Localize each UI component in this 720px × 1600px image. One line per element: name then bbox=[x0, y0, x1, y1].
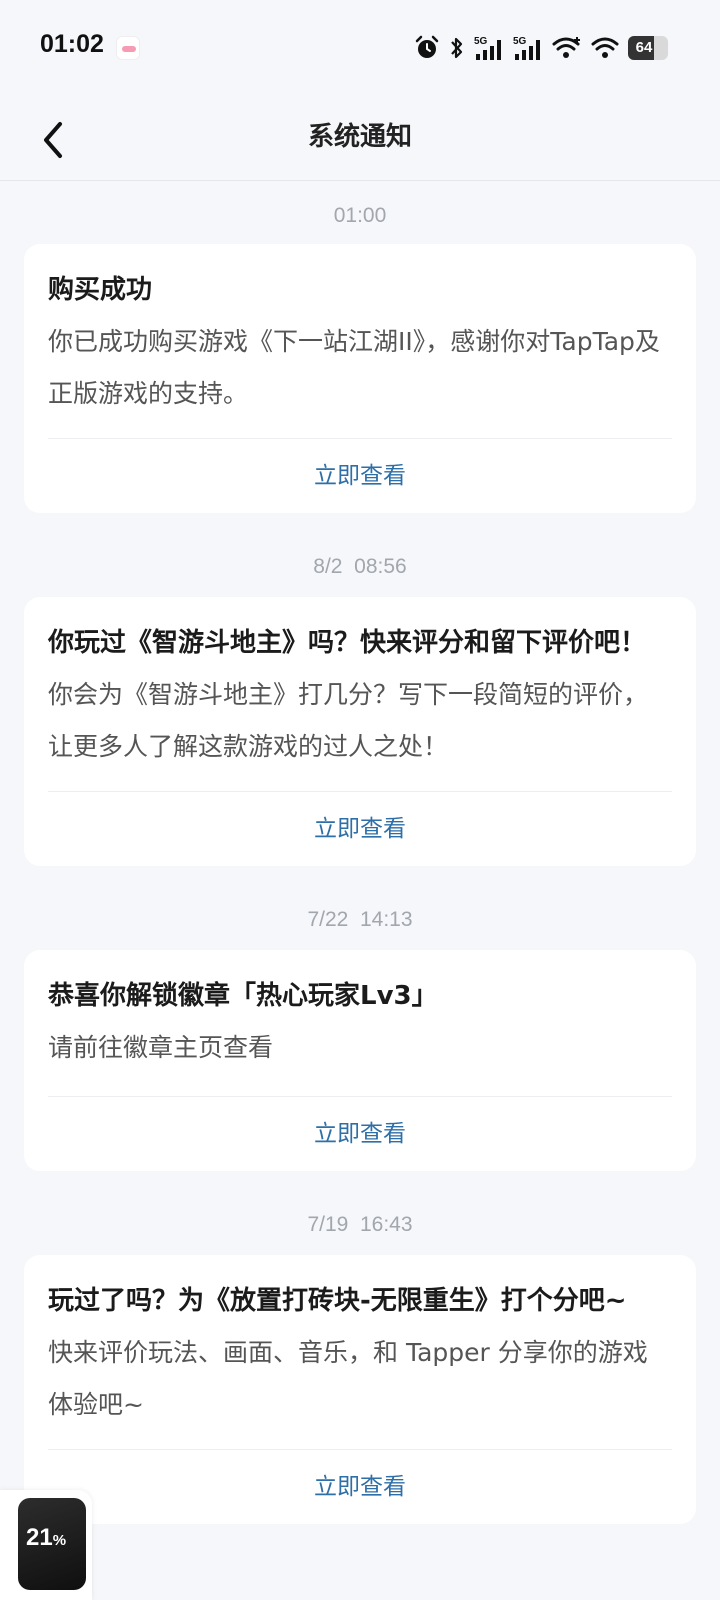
floating-widget-value: 21% bbox=[26, 1524, 67, 1551]
notification-card[interactable]: 玩过了吗？为《放置打砖块-无限重生》打个分吧~ 快来评价玩法、画面、音乐，和 T… bbox=[24, 1255, 696, 1524]
notification-timestamp: 7/22 14:13 bbox=[307, 908, 413, 931]
svg-text:5G: 5G bbox=[513, 36, 527, 47]
status-icons: 5G 5G 64 bbox=[414, 34, 668, 62]
notification-group: 8/2 08:56 你玩过《智游斗地主》吗？快来评分和留下评价吧！ 你会为《智游… bbox=[0, 555, 720, 866]
notification-group: 7/19 16:43 玩过了吗？为《放置打砖块-无限重生》打个分吧~ 快来评价玩… bbox=[0, 1213, 720, 1524]
wifi-plus-icon bbox=[552, 37, 580, 58]
notification-body: 你已成功购买游戏《下一站江湖II》，感谢你对TapTap及正版游戏的支持。 bbox=[48, 327, 660, 408]
svg-text:5G: 5G bbox=[474, 36, 488, 47]
view-now-link[interactable]: 立即查看 bbox=[24, 1097, 696, 1171]
floating-progress-widget[interactable]: 21% bbox=[0, 1490, 92, 1600]
battery-level: 64 bbox=[635, 39, 653, 56]
notification-card[interactable]: 你玩过《智游斗地主》吗？快来评分和留下评价吧！ 你会为《智游斗地主》打几分？写下… bbox=[24, 597, 696, 866]
signal-5g-icon: 5G bbox=[474, 36, 501, 60]
notification-timestamp: 8/2 08:56 bbox=[313, 555, 407, 578]
wifi-icon bbox=[591, 37, 619, 58]
notification-title: 你玩过《智游斗地主》吗？快来评分和留下评价吧！ bbox=[48, 628, 647, 658]
bluetooth-icon bbox=[451, 37, 463, 59]
notification-card[interactable]: 恭喜你解锁徽章「热心玩家Lv3」 请前往徽章主页查看 立即查看 bbox=[24, 950, 696, 1171]
notification-title: 恭喜你解锁徽章「热心玩家Lv3」 bbox=[48, 981, 438, 1011]
view-now-link[interactable]: 立即查看 bbox=[24, 792, 696, 866]
view-now-link[interactable]: 立即查看 bbox=[24, 1450, 696, 1524]
notification-card[interactable]: 购买成功 你已成功购买游戏《下一站江湖II》，感谢你对TapTap及正版游戏的支… bbox=[24, 244, 696, 513]
notification-feed[interactable]: 01:00 购买成功 你已成功购买游戏《下一站江湖II》，感谢你对TapTap及… bbox=[0, 182, 720, 1524]
floating-widget-thumbnail: 21% bbox=[18, 1498, 86, 1590]
bilibili-app-icon bbox=[116, 36, 140, 60]
status-time: 01:02 bbox=[40, 30, 104, 58]
notification-body: 你会为《智游斗地主》打几分？写下一段简短的评价，让更多人了解这款游戏的过人之处！ bbox=[48, 680, 649, 761]
notification-body: 请前往徽章主页查看 bbox=[48, 1033, 274, 1062]
notification-title: 购买成功 bbox=[48, 275, 153, 305]
notification-timestamp: 01:00 bbox=[333, 204, 387, 227]
signal-5g-icon: 5G bbox=[513, 36, 540, 60]
notification-group: 01:00 购买成功 你已成功购买游戏《下一站江湖II》，感谢你对TapTap及… bbox=[0, 204, 720, 513]
notification-body: 快来评价玩法、画面、音乐，和 Tapper 分享你的游戏体验吧~ bbox=[48, 1338, 648, 1419]
alarm-icon bbox=[415, 35, 439, 58]
battery-icon: 64 bbox=[628, 36, 668, 60]
notification-group: 7/22 14:13 恭喜你解锁徽章「热心玩家Lv3」 请前往徽章主页查看 立即… bbox=[0, 908, 720, 1171]
status-bar: 01:02 5G 5G 64 bbox=[0, 0, 720, 96]
nav-bar: 系统通知 bbox=[0, 96, 720, 181]
view-now-link[interactable]: 立即查看 bbox=[24, 439, 696, 513]
page-title: 系统通知 bbox=[307, 122, 412, 152]
notification-timestamp: 7/19 16:43 bbox=[307, 1213, 413, 1236]
notification-title: 玩过了吗？为《放置打砖块-无限重生》打个分吧~ bbox=[48, 1286, 627, 1316]
